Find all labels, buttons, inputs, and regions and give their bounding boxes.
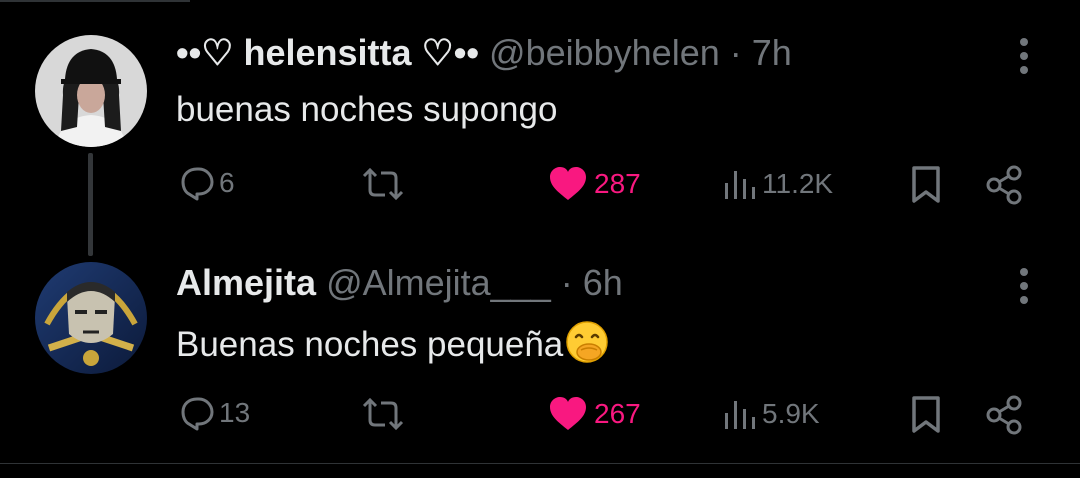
bookmark-icon	[908, 395, 944, 435]
retweet-button[interactable]	[360, 166, 406, 202]
separator-dot: ·	[729, 32, 742, 73]
retweet-icon	[360, 166, 406, 202]
tweet-2[interactable]: Almejita @Almejita___ · 6h Buenas noches…	[0, 240, 1080, 463]
tweet-text: Buenas noches pequeña	[176, 325, 564, 364]
views-icon	[722, 397, 760, 431]
face-with-hand-over-mouth-emoji	[565, 320, 609, 373]
display-name[interactable]: Almejita	[176, 262, 316, 303]
share-icon	[984, 165, 1024, 205]
like-button[interactable]: 287	[548, 167, 641, 201]
heart-icon	[548, 167, 588, 201]
views-button[interactable]: 11.2K	[722, 167, 833, 201]
reply-button[interactable]: 6	[177, 165, 235, 201]
avatar-almejita[interactable]	[35, 262, 147, 374]
user-handle[interactable]: @Almejita___	[326, 262, 551, 303]
bookmark-button[interactable]	[908, 395, 944, 435]
user-handle[interactable]: @beibbyhelen	[489, 32, 720, 73]
like-button[interactable]: 267	[548, 397, 641, 431]
share-button[interactable]	[984, 395, 1024, 435]
divider-bottom	[0, 463, 1080, 464]
retweet-icon	[360, 396, 406, 432]
reply-button[interactable]: 13	[177, 395, 250, 431]
tweet-text: buenas noches supongo	[176, 90, 558, 129]
like-count: 267	[594, 398, 641, 429]
views-icon	[722, 167, 760, 201]
display-name[interactable]: ••♡ helensitta ♡••	[176, 32, 479, 73]
separator-dot: ·	[560, 262, 573, 303]
share-button[interactable]	[984, 165, 1024, 205]
tweet-header: ••♡ helensitta ♡•• @beibbyhelen · 7h	[176, 33, 792, 73]
avatar-helensitta[interactable]	[35, 35, 147, 147]
retweet-button[interactable]	[360, 396, 406, 432]
bookmark-button[interactable]	[908, 165, 944, 205]
tweet-text-container: Buenas noches pequeña	[176, 320, 609, 373]
reply-icon	[177, 395, 217, 431]
views-count: 5.9K	[762, 398, 820, 429]
reply-icon	[177, 165, 217, 201]
reply-count: 13	[219, 397, 251, 428]
timestamp[interactable]: 7h	[752, 32, 792, 73]
more-icon[interactable]	[1016, 36, 1032, 76]
like-count: 287	[594, 168, 641, 199]
tweet-1[interactable]: ••♡ helensitta ♡•• @beibbyhelen · 7h bue…	[0, 0, 1080, 256]
timestamp[interactable]: 6h	[583, 262, 623, 303]
share-icon	[984, 395, 1024, 435]
more-icon[interactable]	[1016, 266, 1032, 306]
tweet-header: Almejita @Almejita___ · 6h	[176, 263, 623, 303]
reply-count: 6	[219, 167, 235, 198]
bookmark-icon	[908, 165, 944, 205]
views-count: 11.2K	[762, 168, 834, 199]
heart-icon	[548, 397, 588, 431]
views-button[interactable]: 5.9K	[722, 397, 820, 431]
